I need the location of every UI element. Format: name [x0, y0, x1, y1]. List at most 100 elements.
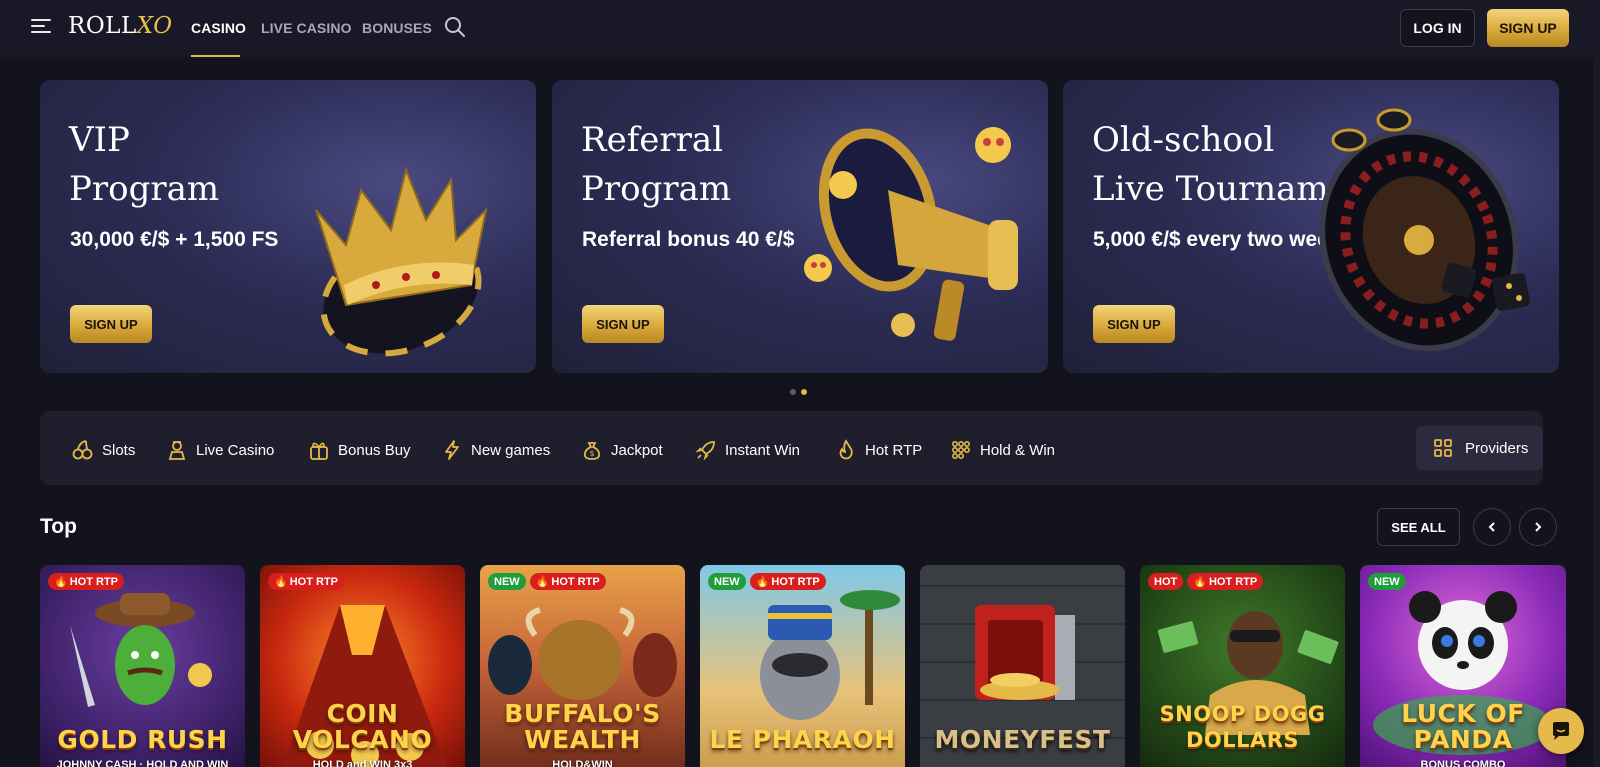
- category-live-casino[interactable]: Live Casino: [166, 439, 274, 461]
- badge-new: NEW: [1368, 573, 1406, 590]
- carousel-dots: [790, 389, 807, 395]
- providers-label: Providers: [1465, 439, 1529, 457]
- banner-signup-button[interactable]: SIGN UP: [582, 305, 664, 343]
- banner-referral-program[interactable]: Referral Program Referral bonus 40 €/$ S…: [552, 80, 1048, 373]
- logo[interactable]: ROLLXO: [68, 13, 173, 39]
- game-badges: 🔥 HOT RTP: [48, 573, 124, 590]
- rocket-icon: [695, 441, 715, 461]
- game-title: LUCK OF PANDA: [1401, 699, 1525, 754]
- banner-vip-program[interactable]: VIP Program 30,000 €/$ + 1,500 FS SIGN U…: [40, 80, 536, 373]
- game-tile-luck-of-panda[interactable]: NEW LUCK OF PANDA BONUS COMBO: [1360, 565, 1566, 767]
- category-label: Slots: [102, 441, 136, 459]
- signup-button[interactable]: SIGN UP: [1487, 9, 1569, 47]
- carousel-prev-button[interactable]: [1473, 508, 1511, 546]
- badge-label: NEW: [714, 575, 740, 588]
- category-bar: Slots Live Casino Bonus Buy New games $ …: [40, 411, 1543, 485]
- providers-grid-icon: [1434, 439, 1452, 457]
- game-badges: NEW 🔥 HOT RTP: [488, 573, 606, 590]
- nav-live-casino[interactable]: LIVE CASINO: [261, 20, 352, 36]
- game-subtitle: BONUS COMBO: [1420, 759, 1506, 767]
- game-badges: 🔥 HOT RTP: [268, 573, 344, 590]
- banner-subtitle: Referral bonus 40 €/$: [582, 228, 795, 251]
- category-label: Instant Win: [725, 441, 801, 459]
- banner-live-tournament[interactable]: Old-school Live Tournament 5,000 €/$ eve…: [1063, 80, 1559, 373]
- page-scrollbar[interactable]: [1593, 57, 1600, 767]
- cherries-icon: [72, 440, 93, 460]
- game-tile-buffalos-wealth[interactable]: NEW 🔥 HOT RTP BUFFALO'S WEALTH HOLD&WIN: [480, 565, 685, 767]
- nav-casino[interactable]: CASINO: [191, 20, 246, 36]
- flame-icon: 🔥: [755, 576, 770, 588]
- badge-label: HOT RTP: [289, 575, 338, 588]
- game-title: GOLD RUSH: [57, 725, 228, 754]
- carousel-dot[interactable]: [790, 389, 796, 395]
- game-tile-snoop-dogg-dollars[interactable]: HOT 🔥 HOT RTP SNOOP DOGG DOLLARS: [1140, 565, 1345, 767]
- login-button[interactable]: LOG IN: [1400, 9, 1475, 47]
- badge-new: NEW: [488, 573, 526, 590]
- category-label: Hot RTP: [865, 441, 923, 459]
- badge-label: HOT RTP: [771, 575, 820, 588]
- badge-hot: HOT: [1148, 573, 1184, 590]
- logo-text: ROLL: [68, 13, 137, 39]
- game-tile-coin-volcano[interactable]: 🔥 HOT RTP COIN VOLCANO HOLD and WIN 3x3: [260, 565, 465, 767]
- category-hot-rtp[interactable]: Hot RTP: [835, 439, 922, 461]
- section-title-top: Top: [40, 515, 77, 538]
- providers-button[interactable]: Providers: [1416, 426, 1543, 470]
- dealer-icon: [168, 441, 186, 460]
- flame-icon: 🔥: [535, 576, 550, 588]
- menu-icon[interactable]: [31, 18, 51, 34]
- banner-signup-button[interactable]: SIGN UP: [70, 305, 152, 343]
- category-label: Live Casino: [196, 441, 275, 459]
- top-header: ROLLXO CASINO LIVE CASINO BONUSES LOG IN…: [0, 0, 1600, 57]
- nav-bonuses[interactable]: BONUSES: [362, 20, 432, 36]
- category-bonus-buy[interactable]: Bonus Buy: [308, 439, 411, 461]
- game-title: MONEYFEST: [934, 725, 1111, 754]
- banner-signup-button[interactable]: SIGN UP: [1093, 305, 1175, 343]
- carousel-next-button[interactable]: [1519, 508, 1557, 546]
- badge-hot-rtp: 🔥 HOT RTP: [48, 573, 124, 590]
- megaphone-icon: [804, 127, 1018, 341]
- game-title: BUFFALO'S WEALTH: [504, 699, 661, 754]
- game-badges: NEW 🔥 HOT RTP: [708, 573, 826, 590]
- nav-active-indicator: [191, 55, 240, 57]
- category-label: Jackpot: [611, 441, 663, 459]
- moneybag-icon: $: [583, 442, 601, 460]
- crown-icon: [315, 166, 488, 357]
- badge-hot-rtp: 🔥 HOT RTP: [1187, 573, 1264, 590]
- gift-icon: [310, 442, 328, 460]
- badge-new: NEW: [708, 573, 746, 590]
- category-instant-win[interactable]: Instant Win: [695, 439, 800, 461]
- badge-label: HOT RTP: [69, 575, 118, 588]
- badge-hot-rtp: 🔥 HOT RTP: [529, 573, 606, 590]
- badge-label: HOT: [1154, 575, 1178, 588]
- svg-text:$: $: [589, 449, 594, 458]
- game-title: SNOOP DOGG DOLLARS: [1159, 702, 1326, 752]
- category-new-games[interactable]: New games: [441, 439, 550, 461]
- logo-accent: XO: [136, 13, 173, 39]
- category-label: Hold & Win: [980, 441, 1056, 459]
- carousel-dot-active[interactable]: [801, 389, 807, 395]
- game-tile-moneyfest[interactable]: MONEYFEST: [920, 565, 1125, 767]
- search-icon[interactable]: [444, 16, 466, 38]
- flame-icon: [839, 439, 853, 460]
- game-subtitle: HOLD&WIN: [552, 759, 613, 767]
- flame-icon: 🔥: [54, 576, 68, 588]
- flame-icon: 🔥: [1193, 576, 1207, 588]
- chat-support-button[interactable]: [1538, 708, 1584, 754]
- game-badges: NEW: [1368, 573, 1406, 590]
- category-jackpot[interactable]: $ Jackpot: [581, 439, 663, 461]
- game-title: COIN VOLCANO: [292, 699, 433, 754]
- game-subtitle: JOHNNY CASH · HOLD AND WIN: [56, 759, 229, 767]
- badge-hot-rtp: 🔥 HOT RTP: [749, 573, 826, 590]
- game-tile-gold-rush[interactable]: 🔥 HOT RTP GOLD RUSH JOHNNY CASH · HOLD AN…: [40, 565, 245, 767]
- see-all-button[interactable]: SEE ALL: [1377, 508, 1460, 546]
- chevron-left-icon: [1488, 522, 1495, 532]
- category-label: New games: [471, 441, 551, 459]
- category-slots[interactable]: Slots: [72, 439, 135, 461]
- banner-subtitle: 30,000 €/$ + 1,500 FS: [70, 228, 279, 251]
- category-hold-and-win[interactable]: Hold & Win: [950, 439, 1055, 461]
- game-badges: HOT 🔥 HOT RTP: [1148, 573, 1264, 590]
- badge-label: NEW: [494, 575, 520, 588]
- game-title: LE PHARAOH: [709, 725, 896, 754]
- roulette-icon: [1319, 108, 1530, 352]
- game-tile-le-pharaoh[interactable]: NEW 🔥 HOT RTP LE PHARAOH: [700, 565, 905, 767]
